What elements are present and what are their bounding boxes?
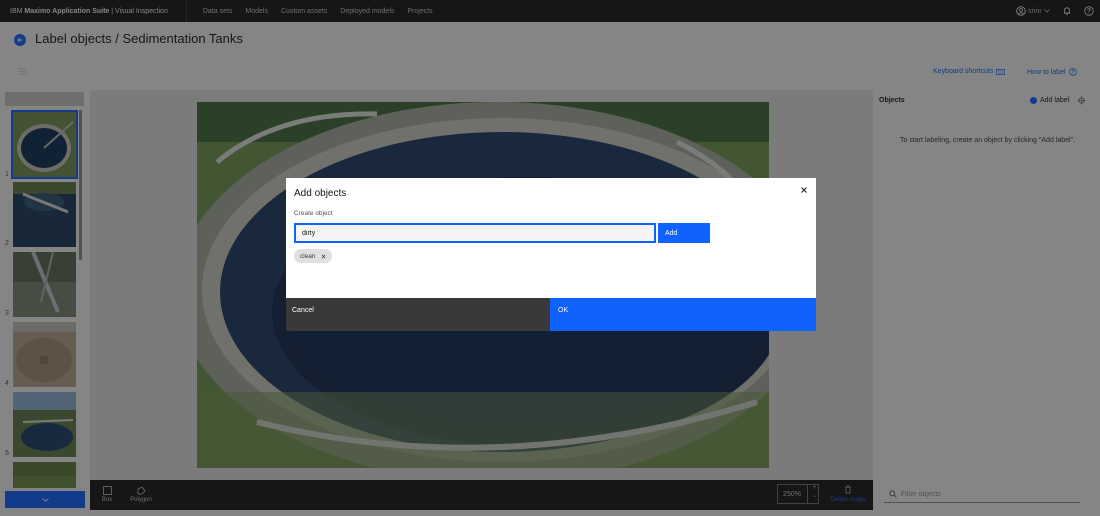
object-tag-label: clean — [300, 252, 316, 260]
object-tag: clean — [294, 249, 332, 263]
add-button[interactable]: Add — [658, 223, 710, 243]
dialog-title: Add objects — [294, 188, 347, 199]
create-object-input[interactable] — [294, 223, 656, 243]
ok-button[interactable]: OK — [550, 298, 816, 331]
cancel-button[interactable]: Cancel — [286, 298, 550, 331]
create-object-label: Create object — [294, 210, 333, 217]
dialog-footer: Cancel OK — [286, 298, 816, 331]
close-icon[interactable] — [799, 185, 809, 195]
remove-tag-icon[interactable] — [321, 254, 326, 259]
add-objects-dialog: Add objects Create object Add clean Canc… — [286, 178, 816, 331]
